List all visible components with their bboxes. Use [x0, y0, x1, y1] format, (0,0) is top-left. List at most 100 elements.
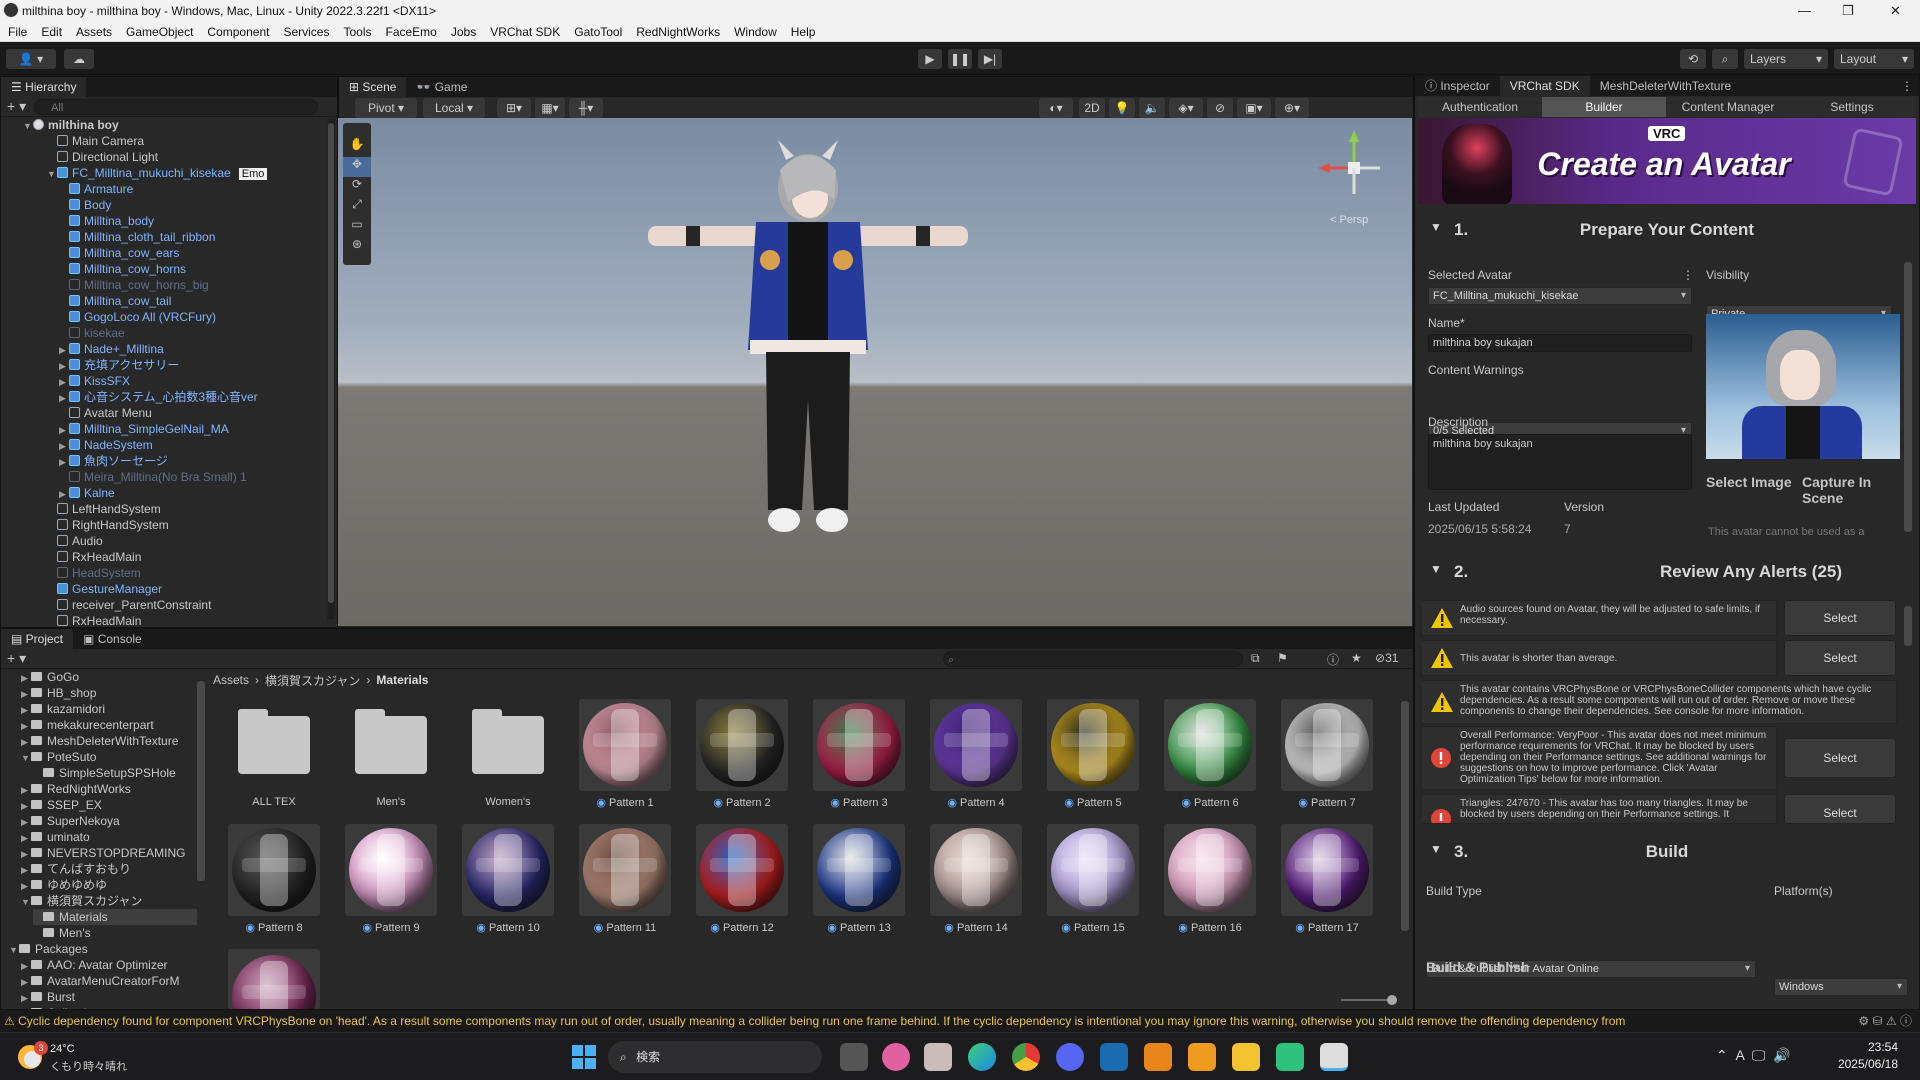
hierarchy-item[interactable]: ▶ KissSFX [1, 373, 321, 389]
alert-select-button[interactable]: Select [1784, 600, 1896, 636]
grid-snap-icon[interactable]: ⊞▾ [497, 98, 531, 118]
menu-assets[interactable]: Assets [69, 22, 119, 42]
maximize-icon[interactable]: ❐ [1842, 3, 1854, 19]
local-dropdown[interactable]: Local ▾ [423, 98, 485, 118]
app-green-icon[interactable] [1276, 1043, 1304, 1071]
alert-select-button[interactable]: Select [1784, 738, 1896, 778]
menu-edit[interactable]: Edit [34, 22, 69, 42]
tab-project[interactable]: ▤ Project [1, 629, 74, 649]
menu-tools[interactable]: Tools [336, 22, 378, 42]
add-icon[interactable]: + ▾ [7, 98, 26, 115]
menu-help[interactable]: Help [784, 22, 823, 42]
hierarchy-item[interactable]: ▶ NadeSystem [1, 437, 321, 453]
menu-services[interactable]: Services [276, 22, 336, 42]
material-asset[interactable]: ◉ Pattern 3 [812, 699, 906, 809]
shading-mode-dropdown[interactable]: ◐▾ [1039, 98, 1073, 118]
lighting-icon[interactable]: 💡 [1109, 98, 1135, 118]
material-asset[interactable]: ◉ Pattern 5 [1046, 699, 1140, 809]
material-asset[interactable]: ◉ Pattern 14 [929, 824, 1023, 934]
material-asset[interactable]: ◉ Pattern 13 [812, 824, 906, 934]
app-cc-icon[interactable] [1100, 1043, 1128, 1071]
material-asset[interactable]: ◉ Pattern 2 [695, 699, 789, 809]
tab-meshdeleter[interactable]: MeshDeleterWithTexture [1590, 76, 1741, 96]
menu-file[interactable]: File [1, 22, 34, 42]
hierarchy-item[interactable]: Meira_Milltina(No Bra Small) 1 [1, 469, 321, 485]
effects-icon[interactable]: ◈▾ [1169, 98, 1203, 118]
project-folder-item[interactable]: ▶ SSEP_EX [21, 797, 102, 813]
add-icon[interactable]: + ▾ [7, 650, 26, 667]
menu-rednightworks[interactable]: RedNightWorks [629, 22, 727, 42]
favorite-icon[interactable]: ★ [1351, 651, 1362, 665]
capture-in-scene-button[interactable]: Capture In Scene [1802, 468, 1890, 514]
alert-select-button[interactable]: Select [1784, 640, 1896, 676]
material-asset[interactable]: ◉ Pattern 15 [1046, 824, 1140, 934]
hierarchy-item[interactable]: ▶ Milltina_SimpleGelNail_MA [1, 421, 321, 437]
2d-toggle[interactable]: 2D [1079, 98, 1105, 118]
selected-avatar-dropdown[interactable]: FC_Milltina_mukuchi_kisekae [1428, 287, 1692, 305]
menu-component[interactable]: Component [200, 22, 276, 42]
rect-tool-icon[interactable]: ▭ [343, 217, 371, 237]
hierarchy-item[interactable]: Directional Light [1, 149, 321, 165]
hierarchy-item[interactable]: ▶ 魚肉ソーセージ [1, 453, 321, 469]
select-image-button[interactable]: Select Image [1706, 468, 1794, 514]
more-options-icon[interactable]: ⋮ [1901, 76, 1919, 96]
tab-console[interactable]: ▣ Console [73, 629, 152, 649]
project-folder-item[interactable]: ▶ MeshDeleterWithTexture [21, 733, 178, 749]
hierarchy-item[interactable]: ▶ Nade+_Milltina [1, 341, 321, 357]
tab-inspector[interactable]: ⓘ Inspector [1415, 76, 1500, 96]
task-view-icon[interactable] [840, 1043, 868, 1071]
project-folder-item[interactable]: ▶ uminato [21, 829, 90, 845]
hierarchy-item[interactable]: ▶ Kalne [1, 485, 321, 501]
hierarchy-item[interactable]: GestureManager [1, 581, 321, 597]
project-folder-item[interactable]: ▶ RedNightWorks [21, 781, 131, 797]
project-tree-scrollbar[interactable] [197, 671, 205, 1007]
start-icon[interactable] [572, 1045, 596, 1069]
close-icon[interactable]: ✕ [1890, 3, 1901, 19]
hierarchy-item[interactable]: Audio [1, 533, 321, 549]
project-folder-item[interactable]: ▶ kazamidori [21, 701, 105, 717]
cloud-icon[interactable]: ☁ [64, 49, 94, 69]
clock-date[interactable]: 2025/06/18 [1820, 1057, 1898, 1071]
transform-tool-icon[interactable]: ⊛ [343, 237, 371, 257]
material-asset[interactable]: ◉ Pattern 10 [461, 824, 555, 934]
play-button[interactable]: ▶ [918, 49, 942, 69]
asset-folder[interactable]: ALL TEX [227, 699, 321, 808]
project-folder-item[interactable]: ▼ 横須賀スカジャン [21, 893, 142, 909]
hierarchy-item[interactable]: LeftHandSystem [1, 501, 321, 517]
pause-button[interactable]: ❚❚ [948, 49, 972, 69]
avatar-menu-icon[interactable]: ⋮ [1682, 268, 1694, 282]
menu-jobs[interactable]: Jobs [444, 22, 483, 42]
tab-vrchat-sdk[interactable]: VRChat SDK [1499, 76, 1590, 96]
file-explorer-icon[interactable] [1232, 1043, 1260, 1071]
taskbar-search[interactable]: ⌕ 検索 [608, 1041, 822, 1073]
hidden-packages-icon[interactable]: ⊘31 [1375, 651, 1398, 665]
hand-tool-icon[interactable]: ✋ [343, 137, 371, 157]
build-publish-button[interactable]: Build & Publish [1426, 936, 1906, 1000]
project-folder-item[interactable]: ▶ GoGo [21, 669, 79, 685]
tab-authentication[interactable]: Authentication [1418, 97, 1542, 117]
hierarchy-item[interactable]: ▼ FC_Milltina_mukuchi_kisekae Emo [1, 165, 321, 181]
asset-folder[interactable]: Women's [461, 699, 555, 808]
project-folder-item[interactable]: ▶ NEVERSTOPDREAMING [21, 845, 185, 861]
hierarchy-item[interactable]: ▶ 心音システム_心拍数3種心音ver [1, 389, 321, 405]
project-folder-item[interactable]: ▶ AvatarMenuCreatorForM [21, 973, 180, 989]
menu-vrchat-sdk[interactable]: VRChat SDK [483, 22, 567, 42]
hierarchy-item[interactable]: HeadSystem [1, 565, 321, 581]
hierarchy-item[interactable]: Milltina_body [1, 213, 321, 229]
material-asset[interactable]: ◉ Pattern 7 [1280, 699, 1374, 809]
material-asset[interactable]: ◉ Pattern 12 [695, 824, 789, 934]
project-folder-item[interactable]: Men's [33, 925, 91, 941]
search-by-type-icon[interactable]: ⧉ [1251, 651, 1260, 666]
gizmos-icon[interactable]: ⊕▾ [1275, 98, 1309, 118]
persp-label[interactable]: < Persp [1330, 214, 1368, 226]
layout-dropdown[interactable]: Layout ▾ [1834, 49, 1914, 69]
alert-select-button[interactable]: Select [1784, 794, 1896, 824]
search-by-label-icon[interactable]: ⚑ [1277, 651, 1288, 665]
project-folder-item[interactable]: ▼ Packages [9, 941, 88, 957]
asset-grid-scrollbar[interactable] [1401, 691, 1409, 991]
section2-header[interactable]: ▼ 2. Review Any Alerts (25) [1418, 556, 1916, 590]
hierarchy-item[interactable]: Body [1, 197, 321, 213]
grid-icon[interactable]: ▦▾ [535, 98, 565, 118]
tab-builder[interactable]: Builder [1542, 97, 1666, 117]
hierarchy-item[interactable]: receiver_ParentConstraint [1, 597, 321, 613]
